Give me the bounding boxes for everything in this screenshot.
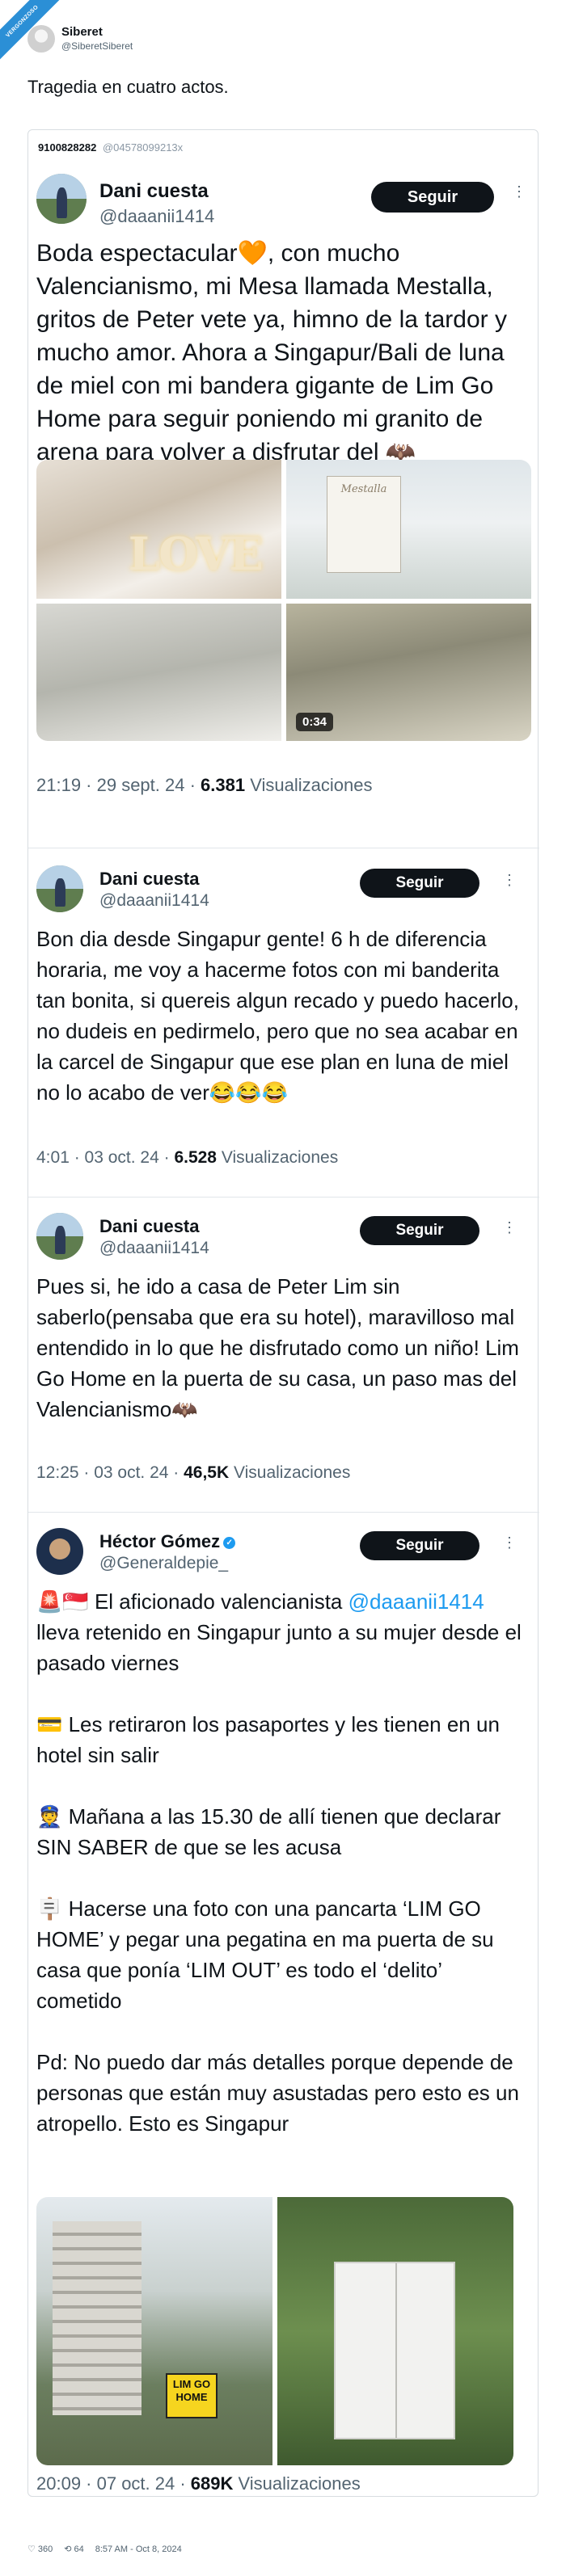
embedded-card: 9100828282 @04578099213x Dani cuesta @da…: [27, 129, 539, 2497]
wedding-photo-3[interactable]: [36, 604, 281, 741]
retweet-button[interactable]: ⟲ 64: [64, 2544, 83, 2555]
wedding-photo-1[interactable]: LOVE: [36, 460, 281, 599]
tweet-author-handle[interactable]: @daaanii1414: [99, 206, 214, 227]
tweet-meta: 12:25 · 03 oct. 24 · 46,5K Visualizacion…: [36, 1463, 351, 1482]
tweet-meta: 21:19 · 29 sept. 24 · 6.381 Visualizacio…: [36, 775, 373, 795]
post-text: Tragedia en cuatro actos.: [27, 77, 229, 97]
like-button[interactable]: ♡ 360: [27, 2544, 53, 2555]
post-footer: ♡ 360 ⟲ 64 8:57 AM - Oct 8, 2024: [27, 2544, 182, 2555]
tweet-avatar[interactable]: [36, 1528, 83, 1575]
tweet-author-name[interactable]: Dani cuesta: [99, 180, 209, 203]
tweet-text: Boda espectacular🧡, con mucho Valenciani…: [36, 240, 507, 465]
tweet-1: Dani cuesta @daaanii1414 Seguir ⋮ Boda e…: [28, 174, 539, 844]
tweet-paragraph: 👮 Mañana a las 15.30 de allí tienen que …: [36, 1804, 501, 1859]
author-avatar[interactable]: [27, 25, 55, 53]
tweet-author-name[interactable]: Dani cuesta: [99, 1216, 200, 1237]
wedding-photo-2[interactable]: Mestalla: [286, 460, 531, 599]
tweet-author-name[interactable]: Héctor Gómez ✓: [99, 1531, 236, 1552]
verified-icon: ✓: [223, 1536, 236, 1549]
retweet-icon: ⟲: [64, 2544, 72, 2554]
heart-icon: ♡: [27, 2544, 36, 2554]
tweet-meta: 20:09 · 07 oct. 24 · 689K Visualizacione…: [36, 2473, 361, 2494]
tweet-paragraph: 🚨🇸🇬 El aficionado valencianista @daaanii…: [36, 1589, 522, 1675]
tweet-3: Dani cuesta @daaanii1414 Seguir ⋮ Pues s…: [28, 1205, 539, 1512]
tweet-text: Bon dia desde Singapur gente! 6 h de dif…: [36, 927, 519, 1105]
card-id-secondary: @04578099213x: [102, 141, 184, 154]
singapore-photo-door[interactable]: [277, 2197, 513, 2465]
author-handle[interactable]: @SiberetSiberet: [61, 40, 133, 53]
more-options-icon[interactable]: ⋮: [502, 873, 517, 887]
tweet-paragraph: 💳 Les retiraron los pasaportes y les tie…: [36, 1712, 500, 1767]
tweet-text: Pues si, he ido a casa de Peter Lim sin …: [36, 1274, 519, 1421]
tweet-author-handle[interactable]: @daaanii1414: [99, 1239, 209, 1258]
tweet-media-grid[interactable]: LOVE Mestalla 0:34: [36, 460, 531, 741]
divider: [28, 1512, 539, 1513]
tweet-author-name[interactable]: Dani cuesta: [99, 869, 200, 890]
tweet-4: Héctor Gómez ✓ @Generaldepie_ Seguir ⋮ 🚨🇸…: [28, 1520, 539, 2494]
tweet-author-handle[interactable]: @Generaldepie_: [99, 1554, 228, 1573]
singapore-photo-banner[interactable]: LIM GO HOME: [36, 2197, 272, 2465]
tweet-avatar[interactable]: [36, 1213, 83, 1260]
card-id: 9100828282: [38, 141, 97, 154]
follow-button[interactable]: Seguir: [360, 869, 479, 898]
video-duration: 0:34: [296, 713, 334, 731]
card-header: 9100828282 @04578099213x: [28, 130, 538, 162]
follow-button[interactable]: Seguir: [360, 1216, 479, 1245]
follow-button[interactable]: Seguir: [360, 1531, 479, 1560]
divider: [28, 1197, 539, 1198]
more-options-icon[interactable]: ⋮: [512, 184, 526, 199]
wedding-video[interactable]: 0:34: [286, 604, 531, 741]
post-header: Siberet @SiberetSiberet: [27, 15, 133, 63]
tweet-media-grid[interactable]: LIM GO HOME: [36, 2197, 513, 2465]
tweet-meta: 4:01 · 03 oct. 24 · 6.528 Visualizacione…: [36, 1148, 339, 1167]
follow-button[interactable]: Seguir: [371, 182, 494, 213]
tweet-text: 🚨🇸🇬 El aficionado valencianista @daaanii…: [28, 1586, 523, 2139]
author-name[interactable]: Siberet: [61, 25, 133, 40]
tweet-paragraph: Pd: No puedo dar más detalles porque dep…: [36, 2050, 519, 2136]
tweet-paragraph: 🪧 Hacerse una foto con una pancarta ‘LIM…: [36, 1896, 494, 2013]
tweet-avatar[interactable]: [36, 174, 87, 224]
tweet-author-handle[interactable]: @daaanii1414: [99, 891, 209, 911]
more-options-icon[interactable]: ⋮: [502, 1535, 517, 1550]
table-sign: Mestalla: [327, 476, 401, 573]
lim-go-home-banner: LIM GO HOME: [166, 2373, 218, 2418]
tweet-avatar[interactable]: [36, 865, 83, 912]
more-options-icon[interactable]: ⋮: [502, 1220, 517, 1235]
tweet-2: Dani cuesta @daaanii1414 Seguir ⋮ Bon di…: [28, 857, 539, 1189]
post-timestamp: 8:57 AM - Oct 8, 2024: [95, 2544, 182, 2554]
white-door: [334, 2262, 455, 2439]
mention-link[interactable]: @daaanii1414: [348, 1589, 484, 1614]
